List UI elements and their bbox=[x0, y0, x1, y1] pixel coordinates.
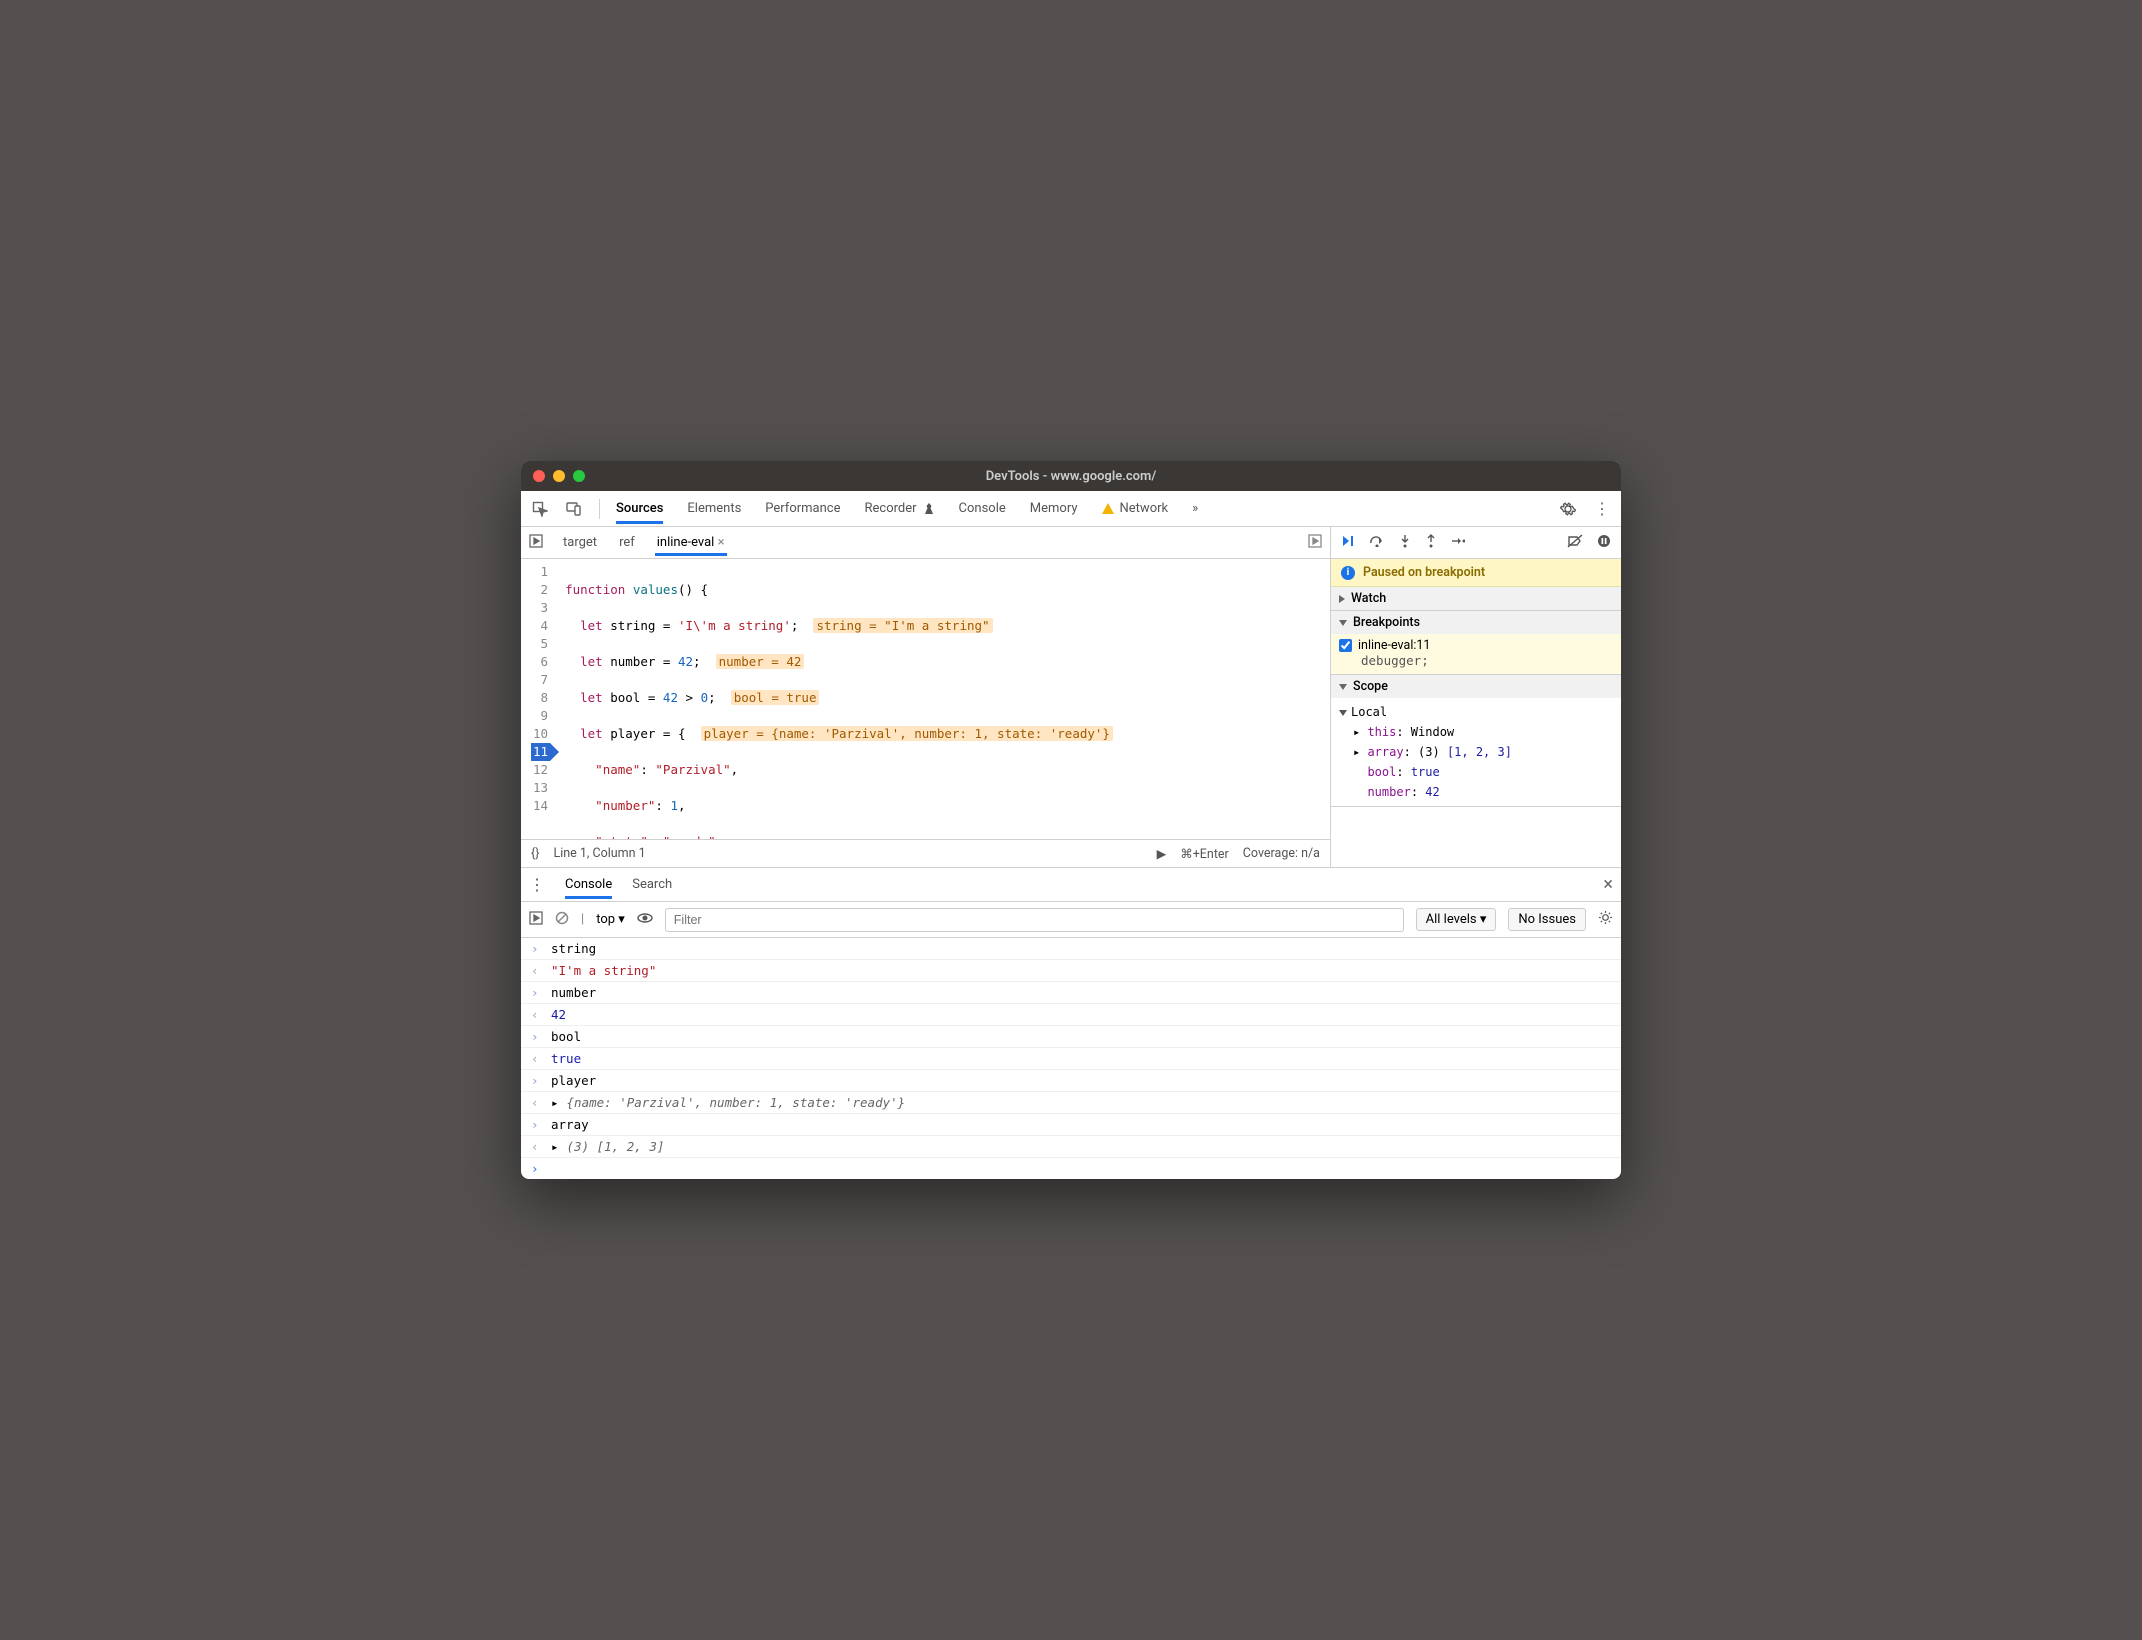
coverage-indicator[interactable]: Coverage: n/a bbox=[1243, 846, 1320, 861]
clear-console-icon[interactable] bbox=[555, 911, 569, 929]
log-levels-selector[interactable]: All levels ▾ bbox=[1416, 908, 1497, 931]
tab-overflow[interactable]: » bbox=[1192, 493, 1198, 524]
scope-var[interactable]: number: 42 bbox=[1353, 782, 1613, 802]
cursor-position: Line 1, Column 1 bbox=[553, 846, 645, 861]
inline-eval-badge: player = {name: 'Parzival', number: 1, s… bbox=[701, 726, 1113, 741]
tab-memory[interactable]: Memory bbox=[1030, 493, 1078, 524]
step-into-icon[interactable] bbox=[1399, 534, 1411, 552]
inline-eval-badge: string = "I'm a string" bbox=[813, 618, 992, 633]
breakpoint-code: debugger; bbox=[1339, 653, 1613, 668]
step-out-icon[interactable] bbox=[1425, 534, 1437, 552]
info-icon: i bbox=[1341, 566, 1355, 580]
scope-local[interactable]: Local bbox=[1339, 702, 1613, 722]
window-title: DevTools - www.google.com/ bbox=[521, 469, 1621, 484]
drawer-tab-search[interactable]: Search bbox=[632, 870, 672, 899]
device-toggle-icon[interactable] bbox=[565, 500, 583, 518]
mac-titlebar: DevTools - www.google.com/ bbox=[521, 461, 1621, 491]
toggle-sidebar-icon[interactable] bbox=[529, 911, 543, 929]
file-run-icon[interactable] bbox=[1308, 534, 1322, 552]
inline-eval-badge: bool = true bbox=[731, 690, 820, 705]
scope-var[interactable]: bool: true bbox=[1353, 762, 1613, 782]
select-element-icon[interactable] bbox=[531, 500, 549, 518]
drawer-menu-icon[interactable]: ⋮ bbox=[529, 875, 545, 894]
close-drawer-icon[interactable]: × bbox=[1603, 874, 1613, 895]
more-menu-icon[interactable]: ⋮ bbox=[1593, 500, 1611, 518]
breakpoints-section[interactable]: Breakpoints bbox=[1331, 611, 1621, 634]
tab-console[interactable]: Console bbox=[959, 493, 1006, 524]
devtools-window: DevTools - www.google.com/ Sources Eleme… bbox=[521, 461, 1621, 1179]
file-tab-ref[interactable]: ref bbox=[617, 529, 637, 556]
resume-icon[interactable] bbox=[1341, 534, 1355, 552]
console-toolbar: | top ▾ All levels ▾ No Issues bbox=[521, 902, 1621, 938]
console-prompt[interactable] bbox=[551, 1161, 1611, 1176]
drawer-tabs: ⋮ Console Search × bbox=[521, 868, 1621, 902]
console-filter-input[interactable] bbox=[665, 908, 1404, 932]
debugger-sidebar: i Paused on breakpoint Watch Breakpoints… bbox=[1331, 527, 1621, 867]
scope-var[interactable]: ▸ array: (3) [1, 2, 3] bbox=[1353, 742, 1613, 762]
step-icon[interactable] bbox=[1451, 535, 1465, 550]
input-chevron-icon: › bbox=[531, 941, 543, 956]
scope-var[interactable]: ▸ this: Window bbox=[1353, 722, 1613, 742]
tab-sources[interactable]: Sources bbox=[616, 493, 663, 524]
scope-section[interactable]: Scope bbox=[1331, 675, 1621, 698]
console-settings-gear-icon[interactable] bbox=[1598, 910, 1613, 929]
debugger-toolbar bbox=[1331, 527, 1621, 559]
live-expression-icon[interactable] bbox=[637, 912, 653, 928]
run-hint: ⌘+Enter bbox=[1180, 846, 1229, 862]
inline-eval-badge: number = 42 bbox=[716, 654, 805, 669]
file-tab-target[interactable]: target bbox=[561, 529, 599, 556]
code-editor[interactable]: 1234567891011121314 function values() { … bbox=[521, 559, 1330, 839]
context-selector[interactable]: top ▾ bbox=[596, 912, 625, 927]
warning-icon bbox=[1102, 503, 1114, 514]
tab-network[interactable]: Network bbox=[1102, 493, 1169, 524]
tab-elements[interactable]: Elements bbox=[687, 493, 741, 524]
watch-section[interactable]: Watch bbox=[1331, 587, 1621, 610]
devtools-tabbar: Sources Elements Performance Recorder Co… bbox=[521, 491, 1621, 527]
source-file-tabs: target ref inline-eval × bbox=[521, 527, 1330, 559]
file-tab-inline-eval[interactable]: inline-eval × bbox=[655, 529, 727, 556]
run-snippet-icon[interactable] bbox=[529, 534, 543, 552]
step-over-icon[interactable] bbox=[1369, 535, 1385, 551]
deactivate-breakpoints-icon[interactable] bbox=[1567, 534, 1583, 552]
breakpoint-location[interactable]: inline-eval:11 bbox=[1358, 638, 1430, 653]
issues-button[interactable]: No Issues bbox=[1508, 908, 1586, 931]
console-log[interactable]: ›string ‹"I'm a string" ›number ‹42 ›boo… bbox=[521, 938, 1621, 1179]
output-chevron-icon: ‹ bbox=[531, 963, 543, 978]
tab-performance[interactable]: Performance bbox=[765, 493, 840, 524]
settings-gear-icon[interactable] bbox=[1559, 500, 1577, 518]
run-icon[interactable]: ▶ bbox=[1157, 846, 1167, 862]
editor-statusbar: {} Line 1, Column 1 ▶ ⌘+Enter Coverage: … bbox=[521, 839, 1330, 867]
breakpoint-marker[interactable]: 11 bbox=[531, 743, 550, 761]
breakpoint-checkbox[interactable] bbox=[1339, 639, 1352, 652]
pause-exceptions-icon[interactable] bbox=[1597, 534, 1611, 552]
tab-recorder[interactable]: Recorder bbox=[865, 493, 935, 524]
line-gutter[interactable]: 1234567891011121314 bbox=[521, 559, 559, 839]
code-source: function values() { let string = 'I\'m a… bbox=[559, 559, 1330, 839]
paused-banner: i Paused on breakpoint bbox=[1331, 559, 1621, 587]
pretty-print-icon[interactable]: {} bbox=[531, 846, 539, 861]
drawer-tab-console[interactable]: Console bbox=[565, 870, 612, 899]
prompt-chevron-icon: › bbox=[531, 1161, 543, 1176]
close-tab-icon[interactable]: × bbox=[718, 535, 725, 550]
